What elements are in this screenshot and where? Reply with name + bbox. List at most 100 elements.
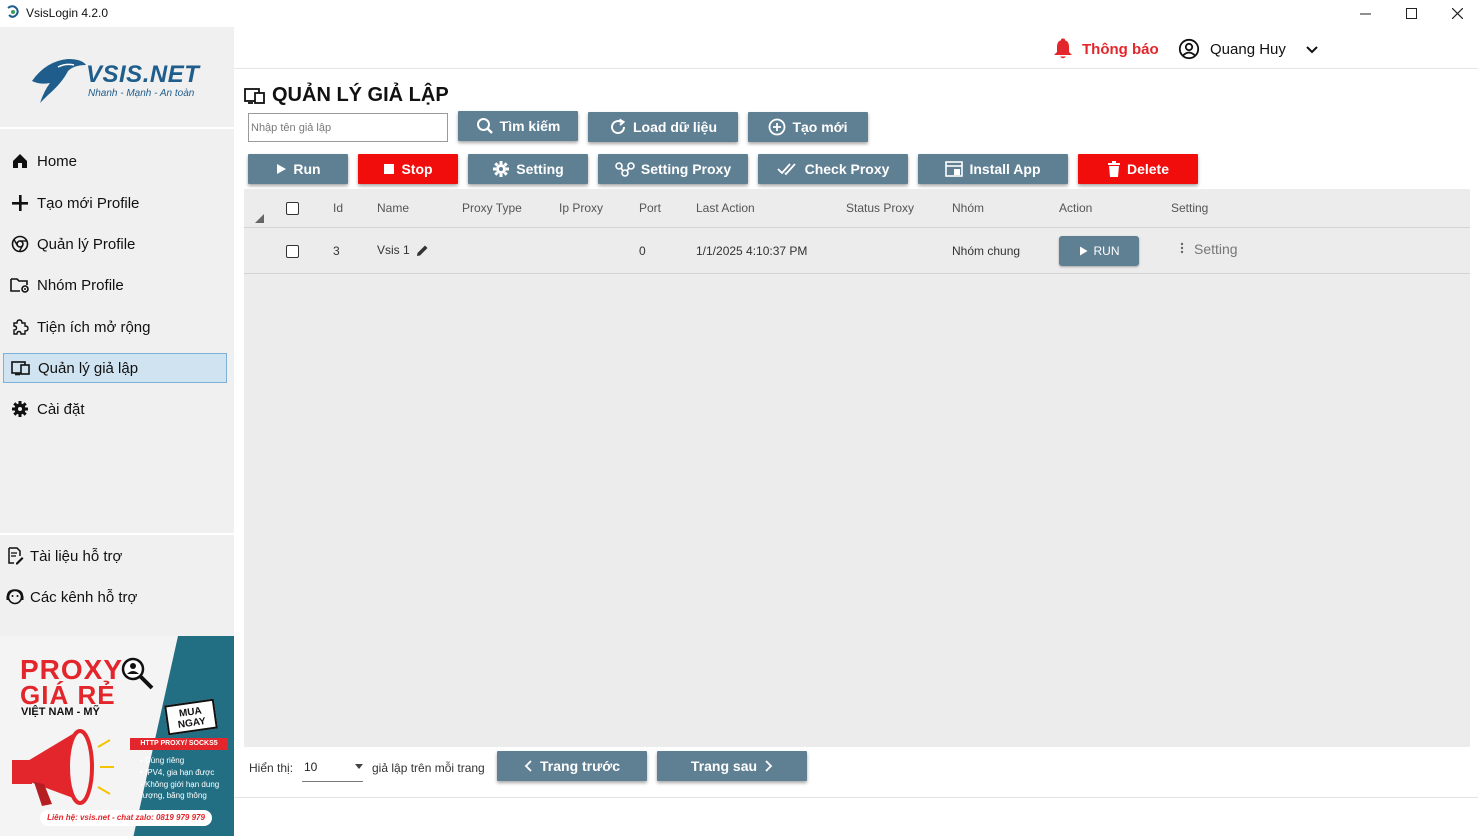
user-circle-icon xyxy=(1178,38,1200,60)
table-row[interactable]: 3 Vsis 1 0 1/1/2025 4:10:37 PM Nhóm chun… xyxy=(244,229,1470,274)
stop-button[interactable]: Stop xyxy=(358,154,458,184)
search-button-label: Tìm kiếm xyxy=(499,118,561,134)
sidebar-item-label: Quản lý Profile xyxy=(37,235,136,253)
select-all-checkbox[interactable] xyxy=(286,202,299,215)
sidebar-item-label: Home xyxy=(37,152,78,170)
window-titlebar: VsisLogin 4.2.0 xyxy=(0,0,1478,27)
stop-button-label: Stop xyxy=(401,161,433,177)
setting-button[interactable]: Setting xyxy=(468,154,588,184)
sidebar-item-settings[interactable]: Cài đặt xyxy=(3,394,227,424)
devices-icon xyxy=(4,360,38,376)
sidebar-item-create-profile[interactable]: Tạo mới Profile xyxy=(3,188,227,218)
install-app-label: Install App xyxy=(969,161,1041,177)
sidebar-item-manage-profile[interactable]: Quản lý Profile xyxy=(3,229,227,259)
row-select-checkbox[interactable] xyxy=(286,245,299,258)
page-title-text: QUẢN LÝ GIẢ LẬP xyxy=(272,84,449,106)
column-header-status-proxy[interactable]: Status Proxy xyxy=(846,201,914,215)
check-proxy-label: Check Proxy xyxy=(804,161,890,177)
cell-group: Nhóm chung xyxy=(952,244,1021,258)
create-new-button[interactable]: Tạo mới xyxy=(748,112,868,142)
minimize-button[interactable] xyxy=(1342,0,1388,27)
notification-button[interactable]: Thông báo xyxy=(1052,38,1159,60)
sidebar-item-home[interactable]: Home xyxy=(3,146,227,176)
plus-circle-icon xyxy=(769,118,786,136)
sidebar-item-emulator-manager[interactable]: Quản lý giả lập xyxy=(3,353,227,383)
document-edit-icon xyxy=(0,547,30,565)
devices-icon xyxy=(244,87,265,104)
chrome-icon xyxy=(3,235,37,253)
sidebar-item-support-channels[interactable]: Các kênh hỗ trợ xyxy=(0,582,224,612)
row-run-button[interactable]: RUN xyxy=(1059,236,1139,266)
promo-contact: Liên hệ: vsis.net - chat zalo: 0819 979 … xyxy=(40,810,212,826)
sidebar-item-label: Tài liệu hỗ trợ xyxy=(30,547,123,565)
user-menu[interactable]: Quang Huy xyxy=(1178,38,1320,60)
row-run-label: RUN xyxy=(1093,244,1120,258)
play-icon xyxy=(277,164,287,174)
chevron-right-icon xyxy=(765,760,773,772)
prev-page-label: Trang trước xyxy=(540,758,620,774)
refresh-icon xyxy=(611,118,626,135)
per-page-select[interactable]: 10 xyxy=(302,754,363,782)
column-header-port[interactable]: Port xyxy=(639,201,661,215)
sidebar-item-profile-group[interactable]: Nhóm Profile xyxy=(3,270,227,300)
emulator-search-input[interactable] xyxy=(248,113,448,142)
promo-feature: lượng, băng thông xyxy=(141,791,207,800)
maximize-button[interactable] xyxy=(1388,0,1434,27)
close-button[interactable] xyxy=(1434,0,1478,27)
sidebar-item-extensions[interactable]: Tiện ích mở rộng xyxy=(3,312,227,342)
stop-icon xyxy=(384,164,395,174)
per-page-value: 10 xyxy=(304,760,318,774)
delete-button-label: Delete xyxy=(1126,161,1170,177)
row-setting-label: Setting xyxy=(1194,241,1238,257)
user-name: Quang Huy xyxy=(1210,40,1286,58)
maximize-icon xyxy=(1405,8,1417,19)
emulator-table: Id Name Proxy Type Ip Proxy Port Last Ac… xyxy=(244,189,1470,747)
column-header-action[interactable]: Action xyxy=(1059,201,1092,215)
sidebar-item-label: Tiện ích mở rộng xyxy=(37,318,151,336)
column-header-setting[interactable]: Setting xyxy=(1171,201,1208,215)
puzzle-icon xyxy=(3,318,37,336)
cell-name-text: Vsis 1 xyxy=(377,243,410,257)
promo-banner[interactable]: PROXY GIÁ RẺ VIỆT NAM - MỸ MUA NGAY HTTP… xyxy=(0,636,234,836)
load-data-button[interactable]: Load dữ liệu xyxy=(588,112,738,142)
top-header: Thông báo Quang Huy xyxy=(234,27,1478,69)
brand-logo: VSIS.NET Nhanh - Mạnh - An toàn xyxy=(0,27,234,127)
column-header-group[interactable]: Nhóm xyxy=(952,201,984,215)
install-app-button[interactable]: Install App xyxy=(918,154,1068,184)
prev-page-button[interactable]: Trang trước xyxy=(497,751,647,781)
window-title: VsisLogin 4.2.0 xyxy=(26,6,109,20)
check-proxy-button[interactable]: Check Proxy xyxy=(758,154,908,184)
per-page-suffix: giả lập trên mỗi trang xyxy=(372,761,485,775)
column-header-ip-proxy[interactable]: Ip Proxy xyxy=(559,201,603,215)
search-button[interactable]: Tìm kiếm xyxy=(458,111,578,141)
column-header-name[interactable]: Name xyxy=(377,201,409,215)
column-header-proxy-type[interactable]: Proxy Type xyxy=(462,201,522,215)
home-icon xyxy=(3,152,37,170)
promo-feature: • Không giới hạn dung xyxy=(140,780,220,789)
row-setting-menu[interactable]: Setting xyxy=(1180,241,1238,257)
cell-port: 0 xyxy=(639,244,646,258)
sidebar-item-docs[interactable]: Tài liệu hỗ trợ xyxy=(0,541,224,571)
sidebar-item-label: Nhóm Profile xyxy=(37,276,124,294)
delete-button[interactable]: Delete xyxy=(1078,154,1198,184)
next-page-button[interactable]: Trang sau xyxy=(657,751,807,781)
cell-name: Vsis 1 xyxy=(377,243,429,257)
column-header-last-action[interactable]: Last Action xyxy=(696,201,755,215)
promo-feature: • IPV4, gia hạn được xyxy=(140,768,215,777)
trash-icon xyxy=(1107,161,1120,177)
page-title: QUẢN LÝ GIẢ LẬP xyxy=(244,84,449,107)
load-data-label: Load dữ liệu xyxy=(632,119,718,135)
column-header-id[interactable]: Id xyxy=(333,201,343,215)
setting-button-label: Setting xyxy=(516,161,564,177)
support-face-icon xyxy=(0,588,30,606)
sidebar-item-label: Tạo mới Profile xyxy=(37,194,140,212)
run-button[interactable]: Run xyxy=(248,154,348,184)
create-new-label: Tạo mới xyxy=(792,119,848,135)
setting-proxy-button[interactable]: Setting Proxy xyxy=(598,154,748,184)
search-icon xyxy=(476,118,493,134)
cell-last-action: 1/1/2025 4:10:37 PM xyxy=(696,244,808,258)
sidebar-divider xyxy=(0,127,234,129)
next-page-label: Trang sau xyxy=(690,758,758,774)
sidebar-divider xyxy=(0,533,234,535)
edit-pencil-icon[interactable] xyxy=(416,244,429,257)
